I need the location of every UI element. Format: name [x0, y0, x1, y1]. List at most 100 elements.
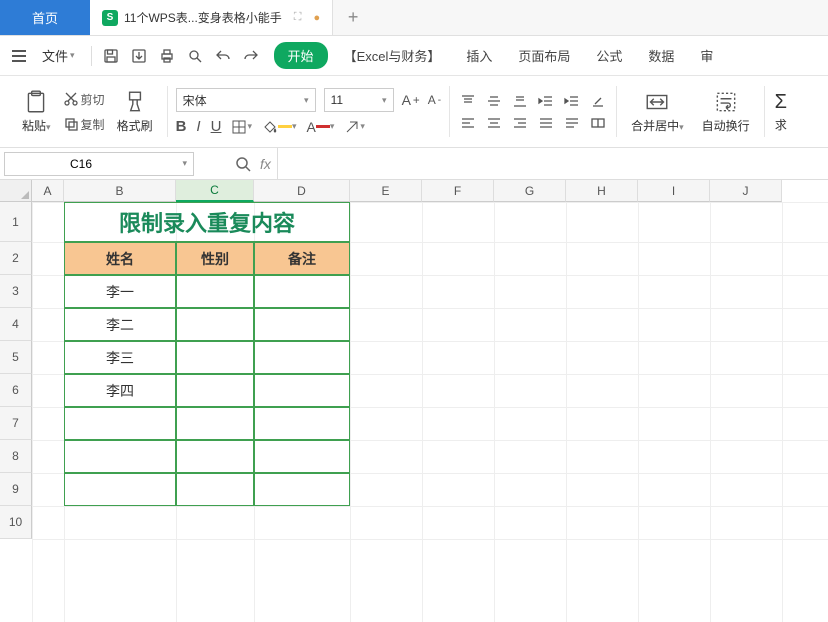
presentation-icon[interactable]: ⛶	[294, 11, 302, 24]
table-header-cell[interactable]: 姓名	[64, 242, 176, 275]
increase-font-icon[interactable]: A+	[402, 92, 420, 108]
name-box[interactable]: ▾	[4, 152, 194, 176]
font-size-select[interactable]: 11▾	[324, 88, 394, 112]
table-cell[interactable]	[64, 407, 176, 440]
fill-color-button[interactable]: ▾	[262, 119, 297, 135]
cut-button[interactable]: 剪切	[63, 91, 105, 108]
formula-bar-input[interactable]	[277, 148, 828, 179]
row-header[interactable]: 10	[0, 506, 32, 539]
clear-format-button[interactable]: ▾	[344, 119, 365, 135]
copy-button[interactable]: 复制	[63, 116, 105, 133]
column-header[interactable]: H	[566, 180, 638, 202]
increase-indent-icon[interactable]	[562, 93, 582, 109]
table-cell[interactable]	[176, 275, 254, 308]
save-icon[interactable]	[102, 47, 120, 65]
table-cell[interactable]	[176, 407, 254, 440]
table-cell[interactable]	[254, 308, 350, 341]
save-as-icon[interactable]	[130, 47, 148, 65]
row-header[interactable]: 1	[0, 202, 32, 242]
table-cell[interactable]	[254, 473, 350, 506]
column-header[interactable]: A	[32, 180, 64, 202]
font-color-button[interactable]: A▾	[307, 119, 335, 135]
table-cell[interactable]: 李一	[64, 275, 176, 308]
table-cell[interactable]	[254, 407, 350, 440]
wrap-text-button[interactable]: 自动换行	[696, 85, 756, 138]
table-cell[interactable]: 李二	[64, 308, 176, 341]
column-header[interactable]: I	[638, 180, 710, 202]
justify-icon[interactable]	[536, 115, 556, 131]
hamburger-icon[interactable]	[8, 46, 30, 66]
align-middle-icon[interactable]	[484, 93, 504, 109]
table-cell[interactable]	[64, 473, 176, 506]
borders-button[interactable]: ▾	[231, 119, 252, 135]
title-cell[interactable]: 限制录入重复内容	[64, 202, 350, 242]
decrease-indent-icon[interactable]	[536, 93, 556, 109]
table-cell[interactable]: 李三	[64, 341, 176, 374]
chevron-down-icon[interactable]: ▾	[182, 158, 187, 169]
italic-button[interactable]: I	[196, 118, 200, 135]
name-box-input[interactable]	[11, 157, 151, 171]
align-right-icon[interactable]	[510, 115, 530, 131]
table-cell[interactable]	[176, 440, 254, 473]
redo-icon[interactable]	[242, 47, 260, 65]
column-header[interactable]: B	[64, 180, 176, 202]
row-header[interactable]: 2	[0, 242, 32, 275]
align-left-icon[interactable]	[458, 115, 478, 131]
tab-home[interactable]: 首页	[0, 0, 90, 35]
select-all-corner[interactable]	[0, 180, 32, 202]
orientation-icon[interactable]	[588, 93, 608, 109]
fx-icon[interactable]: fx	[260, 156, 271, 172]
tab-document[interactable]: S 11个WPS表...变身表格小能手 ⛶ ●	[90, 0, 333, 35]
row-header[interactable]: 4	[0, 308, 32, 341]
row-header[interactable]: 9	[0, 473, 32, 506]
column-header[interactable]: J	[710, 180, 782, 202]
print-icon[interactable]	[158, 47, 176, 65]
menu-page-layout[interactable]: 页面布局	[508, 42, 580, 69]
align-center-icon[interactable]	[484, 115, 504, 131]
row-header[interactable]: 3	[0, 275, 32, 308]
merge-split-icon[interactable]	[588, 115, 608, 131]
sum-button[interactable]: Σ 求	[773, 87, 793, 137]
merge-center-button[interactable]: 合并居中▾	[625, 85, 690, 138]
table-cell[interactable]	[64, 440, 176, 473]
paste-button[interactable]: 粘贴▾	[16, 85, 57, 138]
column-header[interactable]: G	[494, 180, 566, 202]
search-icon[interactable]	[234, 155, 252, 173]
table-cell[interactable]: 李四	[64, 374, 176, 407]
table-cell[interactable]	[176, 374, 254, 407]
menu-review[interactable]: 审	[690, 42, 723, 69]
menu-data[interactable]: 数据	[638, 42, 684, 69]
menu-formulas[interactable]: 公式	[586, 42, 632, 69]
decrease-font-icon[interactable]: A-	[428, 93, 441, 107]
table-cell[interactable]	[176, 341, 254, 374]
column-header[interactable]: C	[176, 180, 254, 202]
table-header-cell[interactable]: 性别	[176, 242, 254, 275]
row-header[interactable]: 5	[0, 341, 32, 374]
table-cell[interactable]	[254, 374, 350, 407]
column-header[interactable]: E	[350, 180, 422, 202]
row-header[interactable]: 6	[0, 374, 32, 407]
font-select[interactable]: 宋体▾	[176, 88, 316, 112]
table-cell[interactable]	[254, 275, 350, 308]
print-preview-icon[interactable]	[186, 47, 204, 65]
align-bottom-icon[interactable]	[510, 93, 530, 109]
menu-excel-finance[interactable]: 【Excel与财务】	[334, 42, 451, 69]
table-cell[interactable]	[254, 440, 350, 473]
format-painter-button[interactable]: 格式刷	[111, 85, 159, 138]
undo-icon[interactable]	[214, 47, 232, 65]
start-tab[interactable]: 开始	[274, 42, 328, 69]
column-header[interactable]: D	[254, 180, 350, 202]
row-header[interactable]: 8	[0, 440, 32, 473]
align-top-icon[interactable]	[458, 93, 478, 109]
distribute-icon[interactable]	[562, 115, 582, 131]
underline-button[interactable]: U	[211, 118, 222, 135]
file-menu[interactable]: 文件▾	[36, 42, 81, 69]
column-header[interactable]: F	[422, 180, 494, 202]
table-header-cell[interactable]: 备注	[254, 242, 350, 275]
table-cell[interactable]	[176, 473, 254, 506]
bold-button[interactable]: B	[176, 118, 187, 135]
row-header[interactable]: 7	[0, 407, 32, 440]
tab-add[interactable]: +	[333, 0, 373, 35]
table-cell[interactable]	[254, 341, 350, 374]
table-cell[interactable]	[176, 308, 254, 341]
